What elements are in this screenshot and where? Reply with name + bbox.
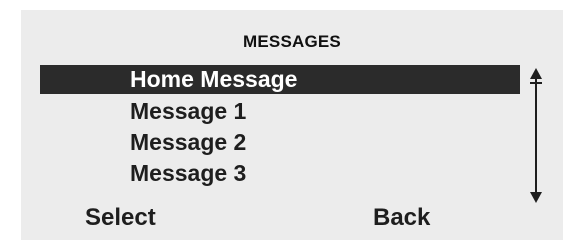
back-softkey[interactable]: Back bbox=[373, 204, 430, 232]
menu-item-message-3[interactable]: Message 3 bbox=[40, 158, 520, 189]
menu-item-message-2[interactable]: Message 2 bbox=[40, 127, 520, 158]
select-softkey[interactable]: Select bbox=[85, 204, 156, 232]
message-menu: Home Message Message 1 Message 2 Message… bbox=[40, 65, 520, 189]
screen-title: MESSAGES bbox=[243, 32, 341, 51]
lcd-screen: MESSAGES Home Message Message 1 Message … bbox=[21, 10, 563, 240]
menu-item-home-message[interactable]: Home Message bbox=[40, 65, 520, 94]
scroll-up-down-arrow-icon bbox=[530, 68, 542, 203]
menu-item-message-1[interactable]: Message 1 bbox=[40, 96, 520, 127]
scroll-indicator[interactable] bbox=[526, 68, 546, 203]
softkey-bar: Select Back bbox=[21, 204, 563, 238]
